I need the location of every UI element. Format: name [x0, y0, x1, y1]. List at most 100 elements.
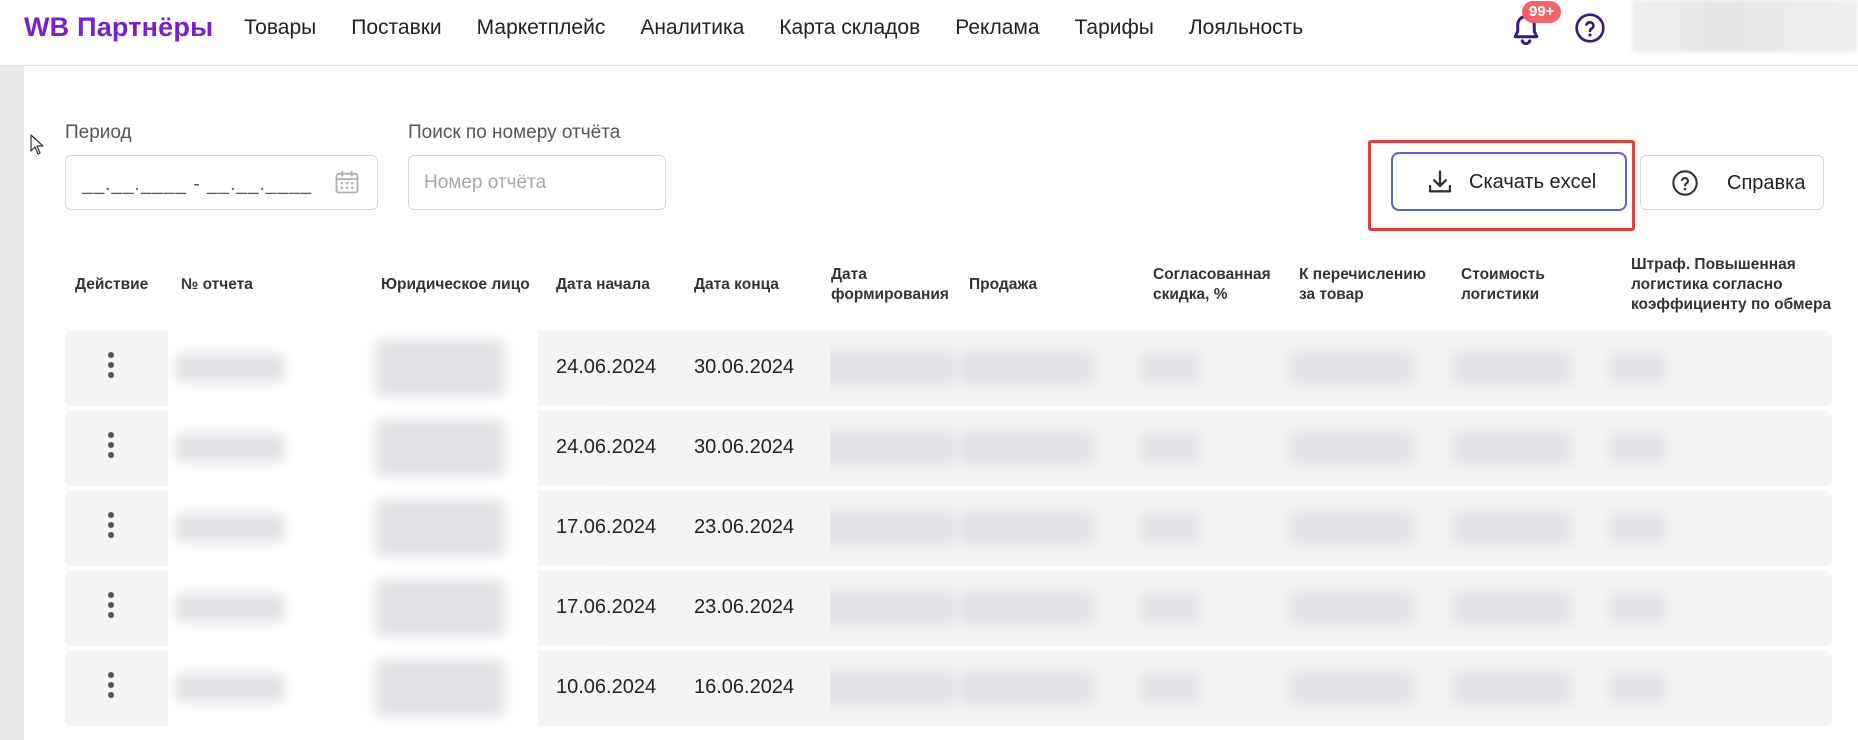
download-excel-button[interactable]: Скачать excel	[1391, 152, 1627, 211]
column-header-discount-line2: скидка, %	[1153, 286, 1228, 303]
column-header-formed-date: Дата формирования	[831, 265, 949, 305]
table-row[interactable]: 17.06.2024 23.06.2024	[65, 565, 1832, 652]
redacted-formed-date	[817, 511, 957, 545]
redacted-fine	[1610, 513, 1665, 543]
redacted-report-number	[175, 433, 285, 463]
period-date-range-field[interactable]: __.__.____ - __.__.____	[65, 155, 378, 210]
period-value: __.__.____ - __.__.____	[82, 174, 313, 195]
nav-item-supplies[interactable]: Поставки	[351, 16, 441, 40]
redacted-discount	[1140, 433, 1200, 463]
redacted-sale	[960, 511, 1095, 545]
redacted-fine	[1610, 593, 1665, 623]
kebab-menu-icon[interactable]	[99, 672, 123, 704]
nav-item-loyalty[interactable]: Лояльность	[1189, 16, 1303, 40]
redacted-legal-entity	[375, 339, 505, 397]
kebab-menu-icon[interactable]	[99, 352, 123, 384]
end-date-cell: 30.06.2024	[694, 436, 795, 458]
nav-item-tariffs[interactable]: Тарифы	[1075, 16, 1154, 40]
nav-item-products[interactable]: Товары	[244, 16, 316, 40]
nav-item-analytics[interactable]: Аналитика	[640, 16, 744, 40]
kebab-menu-icon[interactable]	[99, 592, 123, 624]
end-date-cell: 30.06.2024	[694, 356, 795, 378]
redacted-formed-date	[817, 431, 957, 465]
period-label: Период	[65, 122, 132, 143]
column-header-discount: Согласованная скидка, %	[1153, 265, 1271, 305]
table-row[interactable]: 17.06.2024 23.06.2024	[65, 485, 1832, 572]
help-circle-icon[interactable]	[1574, 12, 1606, 44]
report-number-search-input[interactable]	[408, 155, 666, 210]
main-nav: Товары Поставки Маркетплейс Аналитика Ка…	[244, 16, 1338, 40]
column-header-transfer-line2: за товар	[1299, 286, 1364, 303]
column-header-fine-line2: логистика согласно	[1631, 276, 1783, 293]
nav-item-advertising[interactable]: Реклама	[955, 16, 1039, 40]
search-label: Поиск по номеру отчёта	[408, 122, 621, 143]
column-header-transfer: К перечислению за товар	[1299, 265, 1426, 305]
redacted-formed-date	[817, 351, 957, 385]
redacted-report-number	[175, 513, 285, 543]
redacted-legal-entity	[375, 659, 505, 717]
redacted-legal-entity	[375, 579, 505, 637]
download-excel-label: Скачать excel	[1469, 171, 1597, 193]
nav-item-warehouse-map[interactable]: Карта складов	[779, 16, 920, 40]
profile-menu-blurred[interactable]	[1632, 0, 1858, 52]
redacted-sale	[960, 351, 1095, 385]
redacted-sale	[960, 671, 1095, 705]
redacted-legal-entity	[375, 419, 505, 477]
kebab-menu-icon[interactable]	[99, 432, 123, 464]
column-header-fine: Штраф. Повышенная логистика согласно коэ…	[1631, 255, 1836, 315]
column-header-formed-line1: Дата	[831, 266, 867, 283]
redacted-fine	[1610, 433, 1665, 463]
column-header-logistics: Стоимость логистики	[1461, 265, 1545, 305]
top-navigation-bar: WB Партнёры Товары Поставки Маркетплейс …	[0, 0, 1858, 66]
help-button[interactable]: Справка	[1640, 155, 1824, 210]
logo[interactable]: WB Партнёры	[24, 12, 213, 43]
redacted-transfer	[1290, 431, 1415, 465]
end-date-cell: 23.06.2024	[694, 516, 795, 538]
redacted-report-number	[175, 353, 285, 383]
end-date-cell: 16.06.2024	[694, 676, 795, 698]
redacted-report-number	[175, 593, 285, 623]
redacted-discount	[1140, 593, 1200, 623]
column-header-end-date: Дата конца	[694, 276, 779, 293]
help-label: Справка	[1727, 172, 1806, 194]
redacted-sale	[960, 591, 1095, 625]
table-row[interactable]: 24.06.2024 30.06.2024	[65, 325, 1832, 412]
column-header-logistics-line1: Стоимость	[1461, 266, 1545, 283]
column-header-logistics-line2: логистики	[1461, 286, 1540, 303]
table-row[interactable]: 24.06.2024 30.06.2024	[65, 405, 1832, 492]
redacted-formed-date	[817, 591, 957, 625]
help-circle-icon	[1672, 170, 1698, 196]
redacted-legal-entity	[375, 499, 505, 557]
column-header-start-date: Дата начала	[556, 276, 650, 293]
redacted-transfer	[1290, 351, 1415, 385]
redacted-logistics	[1452, 671, 1572, 705]
redacted-fine	[1610, 673, 1665, 703]
column-header-action: Действие	[75, 276, 149, 293]
mouse-cursor-icon	[30, 134, 44, 155]
redacted-transfer	[1290, 591, 1415, 625]
column-header-discount-line1: Согласованная	[1153, 266, 1271, 283]
nav-item-marketplace[interactable]: Маркетплейс	[477, 16, 606, 40]
redacted-logistics	[1452, 511, 1572, 545]
calendar-icon[interactable]	[333, 168, 361, 196]
start-date-cell: 17.06.2024	[556, 596, 657, 618]
download-icon	[1428, 170, 1452, 193]
redacted-logistics	[1452, 431, 1572, 465]
start-date-cell: 10.06.2024	[556, 676, 657, 698]
start-date-cell: 17.06.2024	[556, 516, 657, 538]
start-date-cell: 24.06.2024	[556, 436, 657, 458]
redacted-logistics	[1452, 351, 1572, 385]
kebab-menu-icon[interactable]	[99, 512, 123, 544]
table-row[interactable]: 10.06.2024 16.06.2024	[65, 645, 1832, 732]
column-header-report-number: № отчета	[181, 276, 253, 293]
column-header-fine-line3: коэффициенту по обмера	[1631, 296, 1832, 313]
redacted-fine	[1610, 353, 1665, 383]
start-date-cell: 24.06.2024	[556, 356, 657, 378]
end-date-cell: 23.06.2024	[694, 596, 795, 618]
column-header-sale: Продажа	[969, 276, 1038, 293]
redacted-discount	[1140, 513, 1200, 543]
redacted-sale	[960, 431, 1095, 465]
left-sidebar-strip	[0, 66, 24, 740]
redacted-logistics	[1452, 591, 1572, 625]
redacted-report-number	[175, 673, 285, 703]
